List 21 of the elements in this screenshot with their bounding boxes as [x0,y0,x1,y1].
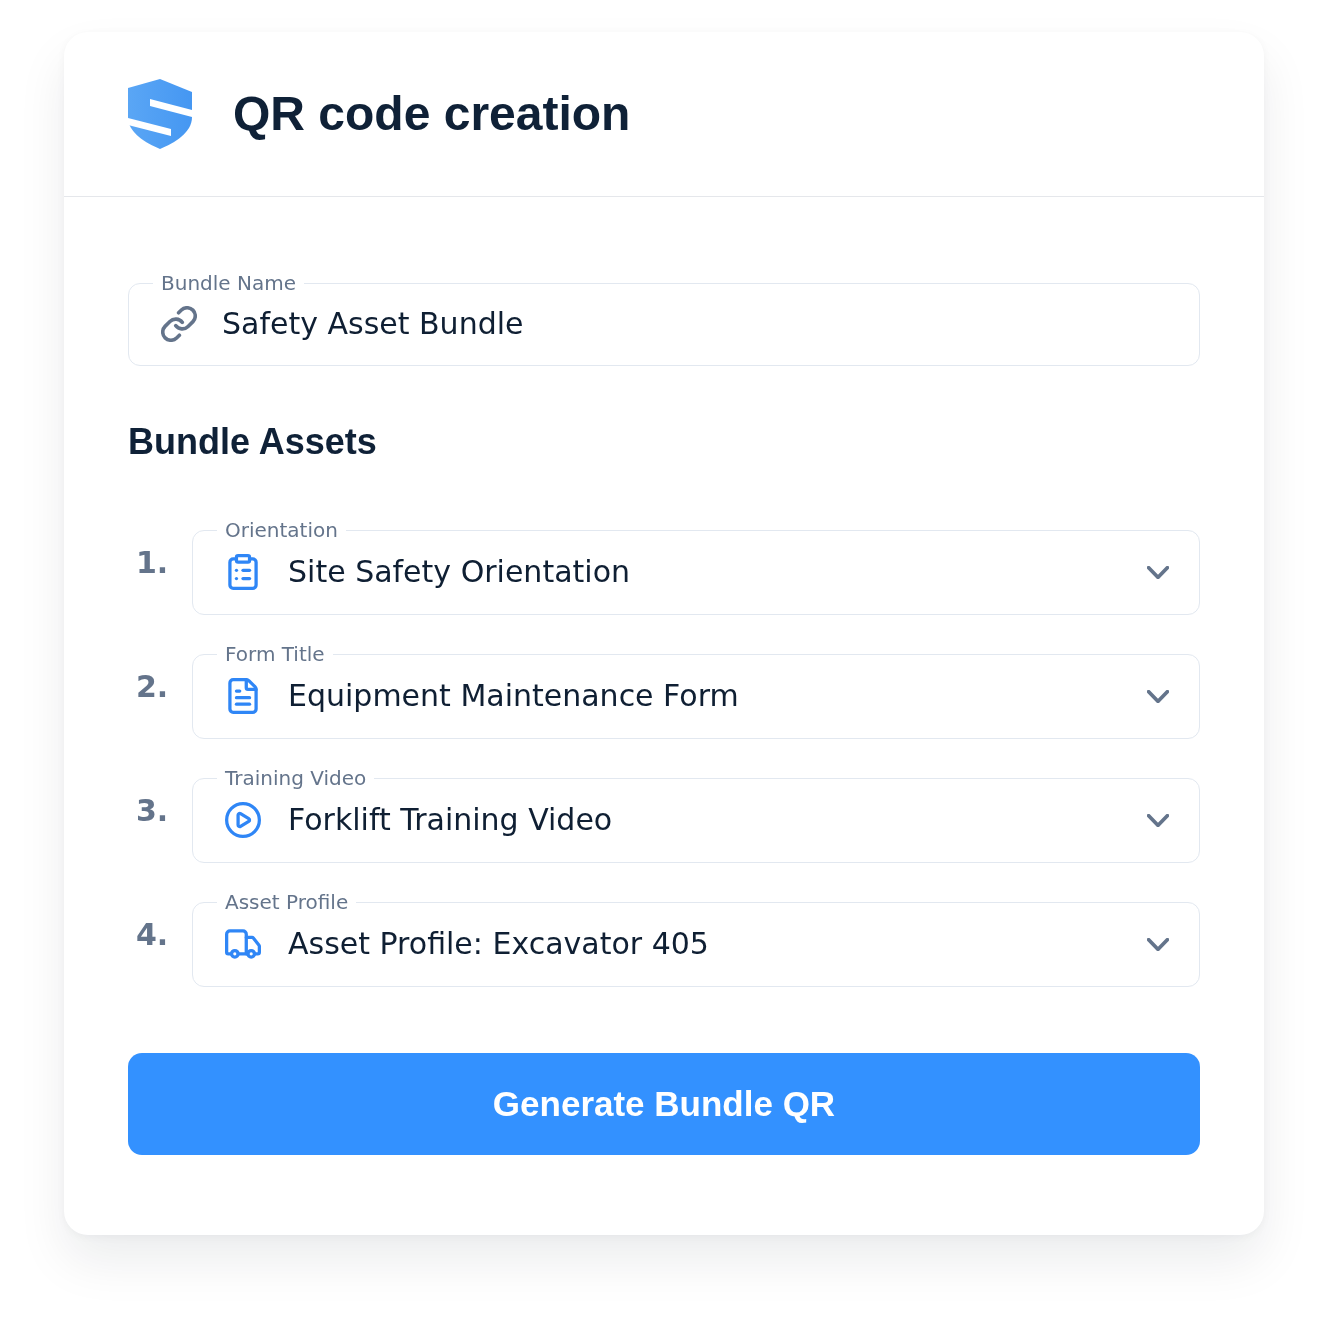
row-number: 2. [136,669,169,705]
clipboard-list-icon [225,554,261,590]
row-number: 4. [136,917,169,953]
truck-icon [225,926,261,962]
field-label: Asset Profile [224,890,350,914]
row-number: 3. [136,793,169,829]
field-label: Orientation [224,518,339,542]
field-label: Training Video [224,766,368,790]
chevron-down-icon [1147,813,1169,827]
chevron-down-icon [1147,565,1169,579]
page-title: QR code creation [233,86,631,142]
chevron-down-icon [1147,937,1169,951]
shield-logo-icon [128,79,192,149]
row-number: 1. [136,545,169,581]
field-label: Form Title [224,642,326,666]
chevron-down-icon [1147,689,1169,703]
play-icon [225,802,261,838]
document-icon [225,678,261,714]
link-icon [161,306,197,342]
section-heading: Bundle Assets [128,422,377,462]
field-label: Bundle Name [160,271,297,295]
